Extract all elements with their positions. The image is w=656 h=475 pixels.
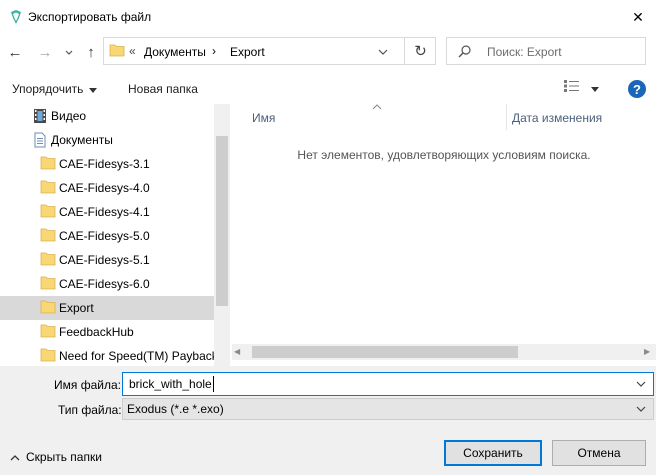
navigation-pane: Видео Документы CAE-Fidesys-3.1 CAE-Fidesys… <box>0 104 230 366</box>
save-button[interactable]: Сохранить <box>444 440 542 466</box>
tree-item-cae-fidesys-4-1[interactable]: CAE-Fidesys-4.1 <box>0 200 214 224</box>
folder-icon <box>40 276 56 293</box>
tree-item-cae-fidesys-4-0[interactable]: CAE-Fidesys-4.0 <box>0 176 214 200</box>
address-dropdown-button[interactable] <box>375 44 391 60</box>
chevron-down-icon <box>65 45 73 59</box>
search-box[interactable]: Поиск: Export <box>446 37 646 65</box>
folder-icon <box>40 204 56 221</box>
folder-icon <box>40 180 56 197</box>
search-input[interactable]: Поиск: Export <box>487 45 562 59</box>
hide-folders-label: Скрыть папки <box>26 450 102 464</box>
empty-state-message: Нет элементов, удовлетворяющих условиям … <box>297 148 591 162</box>
folder-icon <box>40 300 56 317</box>
arrow-right-icon: → <box>37 43 53 61</box>
video-folder-icon <box>32 108 48 127</box>
refresh-icon: ↻ <box>414 43 427 60</box>
save-label: Сохранить <box>463 446 523 460</box>
tree-item-cae-fidesys-3-1[interactable]: CAE-Fidesys-3.1 <box>0 152 214 176</box>
hide-folders-button[interactable]: Скрыть папки <box>10 450 102 464</box>
documents-icon <box>32 132 48 151</box>
folder-icon <box>40 156 56 173</box>
chevron-up-icon <box>10 450 20 464</box>
close-button[interactable]: ✕ <box>620 0 656 34</box>
app-logo-icon <box>8 9 24 25</box>
overflow-chevron-icon[interactable]: « <box>129 44 136 58</box>
folder-icon <box>40 324 56 341</box>
tree-item-label: Export <box>59 301 94 315</box>
file-list: Имя Дата изменения Нет элементов, удовле… <box>232 104 656 366</box>
arrow-left-icon: ← <box>7 43 23 61</box>
address-bar[interactable]: « Документы › Export ↻ <box>103 37 436 65</box>
cancel-button[interactable]: Отмена <box>552 440 646 466</box>
tree-item-need-for-speed-tm-payback[interactable]: Need for Speed(TM) Payback <box>0 344 218 366</box>
search-icon <box>458 44 472 61</box>
back-button[interactable]: ← <box>4 41 26 63</box>
breadcrumb-export[interactable]: Export <box>230 45 265 59</box>
refresh-button[interactable]: ↻ <box>404 38 436 64</box>
details-view-icon <box>563 79 581 96</box>
folder-icon <box>109 43 125 60</box>
tree-item-cae-fidesys-6-0[interactable]: CAE-Fidesys-6.0 <box>0 272 214 296</box>
scroll-left-icon[interactable]: ◀ <box>234 347 240 356</box>
nav-scrollbar-thumb[interactable] <box>216 136 228 306</box>
tree-item-label: CAE-Fidesys-6.0 <box>59 277 150 291</box>
filetype-select[interactable]: Exodus (*.e *.exo) <box>122 398 654 420</box>
breadcrumb-separator-icon[interactable]: › <box>212 44 216 58</box>
column-header-date[interactable]: Дата изменения <box>512 111 602 125</box>
help-button[interactable]: ? <box>628 80 646 98</box>
scroll-right-icon[interactable]: ▶ <box>644 347 650 356</box>
folder-icon <box>40 228 56 245</box>
close-icon: ✕ <box>632 8 644 25</box>
column-header-name[interactable]: Имя <box>252 111 275 125</box>
dropdown-arrow-icon <box>89 82 98 96</box>
tree-item-export[interactable]: Export <box>0 296 214 320</box>
organize-button[interactable]: Упорядочить <box>12 79 98 99</box>
tree-item-label: Видео <box>51 109 87 123</box>
change-view-button[interactable] <box>563 79 599 96</box>
filename-input[interactable]: brick_with_hole <box>122 372 654 396</box>
organize-label: Упорядочить <box>12 82 84 96</box>
tree-item-label: CAE-Fidesys-5.0 <box>59 229 150 243</box>
tree-item-видео[interactable]: Видео <box>0 104 214 128</box>
column-divider[interactable] <box>506 104 507 130</box>
horizontal-scrollbar-thumb[interactable] <box>252 346 518 358</box>
tree-item-cae-fidesys-5-0[interactable]: CAE-Fidesys-5.0 <box>0 224 214 248</box>
tree-item-feedbackhub[interactable]: FeedbackHub <box>0 320 214 344</box>
tree-item-label: Need for Speed(TM) Payback <box>59 349 218 363</box>
window-title: Экспортировать файл <box>28 10 152 24</box>
tree-item-документы[interactable]: Документы <box>0 128 214 152</box>
new-folder-button[interactable]: Новая папка <box>128 79 198 99</box>
new-folder-label: Новая папка <box>128 82 198 96</box>
filename-dropdown-icon[interactable] <box>635 377 647 394</box>
forward-button[interactable]: → <box>34 41 56 63</box>
sort-up-icon <box>372 102 382 113</box>
recent-locations-button[interactable] <box>60 41 78 63</box>
breadcrumb-documents[interactable]: Документы <box>144 45 206 59</box>
cancel-label: Отмена <box>577 446 621 460</box>
text-caret <box>213 376 214 392</box>
filename-value[interactable]: brick_with_hole <box>129 377 212 391</box>
folder-icon <box>40 252 56 269</box>
title-bar: Экспортировать файл ✕ <box>0 0 656 34</box>
up-button[interactable]: ↑ <box>80 41 102 63</box>
tree-item-label: CAE-Fidesys-5.1 <box>59 253 150 267</box>
filename-label: Имя файла: <box>54 378 121 392</box>
filetype-value: Exodus (*.e *.exo) <box>127 402 224 416</box>
tree-item-label: CAE-Fidesys-4.1 <box>59 205 150 219</box>
tree-item-label: CAE-Fidesys-3.1 <box>59 157 150 171</box>
help-icon: ? <box>633 81 641 97</box>
dropdown-arrow-icon <box>591 81 599 95</box>
arrow-up-icon: ↑ <box>87 43 95 61</box>
tree-item-label: Документы <box>51 133 113 147</box>
filetype-dropdown-icon <box>635 402 647 419</box>
filetype-label: Тип файла: <box>58 403 122 417</box>
folder-icon <box>40 348 56 365</box>
tree-item-cae-fidesys-5-1[interactable]: CAE-Fidesys-5.1 <box>0 248 214 272</box>
tree-item-label: CAE-Fidesys-4.0 <box>59 181 150 195</box>
tree-item-label: FeedbackHub <box>59 325 134 339</box>
